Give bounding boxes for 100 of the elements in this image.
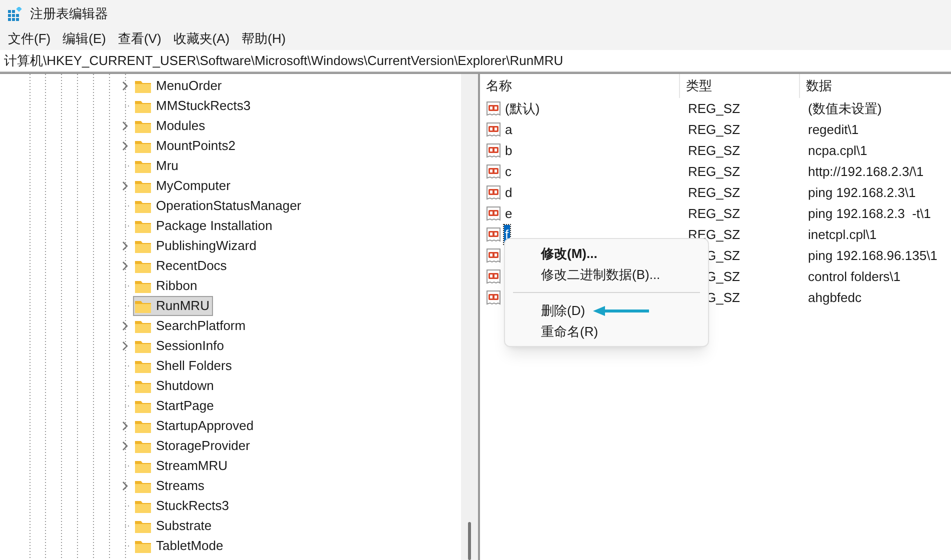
menu-item[interactable]: 收藏夹(A) bbox=[167, 29, 236, 49]
menu-option[interactable]: 删除(D) bbox=[505, 300, 708, 321]
folder-icon bbox=[135, 360, 151, 372]
tree-item[interactable]: Shell Folders bbox=[133, 356, 236, 376]
tree-item[interactable]: MenuOrder bbox=[133, 76, 226, 96]
folder-icon bbox=[135, 500, 151, 512]
folder-icon bbox=[135, 340, 151, 352]
tree-item[interactable]: RunMRU bbox=[133, 296, 214, 316]
value-data: http://192.168.2.3/\1 bbox=[808, 162, 924, 181]
folder-icon bbox=[135, 420, 151, 432]
tree-item[interactable]: StorageProvider bbox=[133, 436, 254, 456]
value-name[interactable]: c bbox=[504, 162, 512, 182]
scrollbar[interactable] bbox=[461, 74, 478, 560]
tree-item[interactable]: SearchPlatform bbox=[133, 316, 250, 336]
window-title: 注册表编辑器 bbox=[30, 5, 108, 24]
folder-icon bbox=[135, 300, 151, 312]
tree-item[interactable]: MyComputer bbox=[133, 176, 234, 196]
tree-item[interactable]: StuckRects3 bbox=[133, 496, 233, 516]
menu-item[interactable]: 查看(V) bbox=[112, 29, 168, 49]
menu-option[interactable]: 修改(M)... bbox=[505, 243, 708, 264]
tree-item[interactable]: Mru bbox=[133, 156, 182, 176]
menu-option[interactable]: 修改二进制数据(B)... bbox=[505, 264, 708, 285]
folder-icon bbox=[135, 280, 151, 292]
value-name[interactable]: (默认) bbox=[504, 98, 541, 118]
value-data: ncpa.cpl\1 bbox=[808, 142, 868, 160]
chevron-icon[interactable] bbox=[122, 81, 128, 91]
value-data: ping 192.168.96.135\1 bbox=[808, 246, 938, 265]
folder-icon bbox=[135, 80, 151, 92]
folder-icon bbox=[135, 480, 151, 492]
chevron-icon[interactable] bbox=[122, 321, 128, 331]
string-value-icon bbox=[486, 184, 502, 200]
chevron-icon[interactable] bbox=[122, 441, 128, 451]
folder-icon bbox=[135, 540, 151, 552]
tree-item[interactable]: StreamMRU bbox=[133, 456, 232, 476]
value-name[interactable]: a bbox=[504, 120, 514, 140]
tree-item[interactable]: SessionInfo bbox=[133, 336, 228, 356]
folder-icon bbox=[135, 400, 151, 412]
string-value-icon bbox=[486, 142, 502, 158]
chevron-icon[interactable] bbox=[122, 241, 128, 251]
tree-item[interactable]: Streams bbox=[133, 476, 208, 496]
tree-item[interactable]: StartPage bbox=[133, 396, 218, 416]
column-header[interactable]: 名称 bbox=[480, 74, 680, 98]
folder-icon bbox=[135, 380, 151, 392]
string-value-icon bbox=[486, 268, 502, 284]
tree-item[interactable]: RecentDocs bbox=[133, 256, 231, 276]
value-name[interactable]: d bbox=[504, 182, 514, 202]
tree-item[interactable]: OperationStatusManager bbox=[133, 196, 306, 216]
menu-item[interactable]: 编辑(E) bbox=[56, 29, 112, 49]
menu-item[interactable]: 帮助(H) bbox=[236, 29, 292, 49]
value-data: control folders\1 bbox=[808, 268, 900, 286]
value-type: REG_SZ bbox=[688, 162, 740, 181]
menu-item[interactable]: 文件(F) bbox=[2, 29, 57, 49]
string-value-icon bbox=[486, 100, 502, 116]
string-value-icon bbox=[486, 164, 502, 180]
value-data: ping 192.168.2.3\1 bbox=[808, 184, 916, 202]
tree-item[interactable]: TabletMode bbox=[133, 536, 228, 556]
value-name[interactable]: e bbox=[504, 204, 514, 224]
string-value-icon bbox=[486, 122, 502, 138]
menu-option[interactable]: 重命名(R) bbox=[505, 321, 708, 342]
tree-item[interactable]: MountPoints2 bbox=[133, 136, 240, 156]
chevron-icon[interactable] bbox=[122, 341, 128, 351]
tree-item[interactable]: Package Installation bbox=[133, 216, 276, 236]
value-type: REG_SZ bbox=[688, 204, 740, 223]
value-data: inetcpl.cpl\1 bbox=[808, 226, 877, 244]
folder-icon bbox=[135, 320, 151, 332]
folder-icon bbox=[135, 440, 151, 452]
value-type: REG_SZ bbox=[688, 184, 740, 202]
value-name[interactable]: b bbox=[504, 140, 514, 160]
value-type: REG_SZ bbox=[688, 120, 740, 139]
chevron-icon[interactable] bbox=[122, 141, 128, 151]
tree-item[interactable]: Substrate bbox=[133, 516, 216, 536]
column-header[interactable]: 类型 bbox=[680, 74, 800, 98]
folder-icon bbox=[135, 160, 151, 172]
address-field[interactable]: 计算机\HKEY_CURRENT_USER\Software\Microsoft\Windows\CurrentVersion\Explorer\RunMRU bbox=[0, 50, 568, 70]
tree-item[interactable]: Ribbon bbox=[133, 276, 202, 296]
chevron-icon[interactable] bbox=[122, 121, 128, 131]
tree-item[interactable]: Modules bbox=[133, 116, 210, 136]
string-value-icon bbox=[486, 226, 502, 242]
tree-item[interactable]: PublishingWizard bbox=[133, 236, 260, 256]
value-type: REG_SZ bbox=[688, 100, 740, 118]
folder-icon bbox=[135, 100, 151, 112]
folder-icon bbox=[135, 520, 151, 532]
string-value-icon bbox=[486, 206, 502, 222]
folder-icon bbox=[135, 260, 151, 272]
value-data: regedit\1 bbox=[808, 120, 859, 139]
registry-icon bbox=[8, 7, 22, 21]
tree-item[interactable]: Shutdown bbox=[133, 376, 218, 396]
tree-item[interactable]: MMStuckRects3 bbox=[133, 96, 255, 116]
chevron-icon[interactable] bbox=[122, 261, 128, 271]
chevron-icon[interactable] bbox=[122, 181, 128, 191]
string-value-icon bbox=[486, 248, 502, 264]
column-header[interactable]: 数据 bbox=[800, 74, 832, 98]
folder-icon bbox=[135, 140, 151, 152]
folder-icon bbox=[135, 460, 151, 472]
string-value-icon bbox=[486, 290, 502, 306]
chevron-icon[interactable] bbox=[122, 421, 128, 431]
folder-icon bbox=[135, 180, 151, 192]
chevron-icon[interactable] bbox=[122, 481, 128, 491]
value-data: ping 192.168.2.3 -t\1 bbox=[808, 204, 931, 223]
tree-item[interactable]: StartupApproved bbox=[133, 416, 258, 436]
